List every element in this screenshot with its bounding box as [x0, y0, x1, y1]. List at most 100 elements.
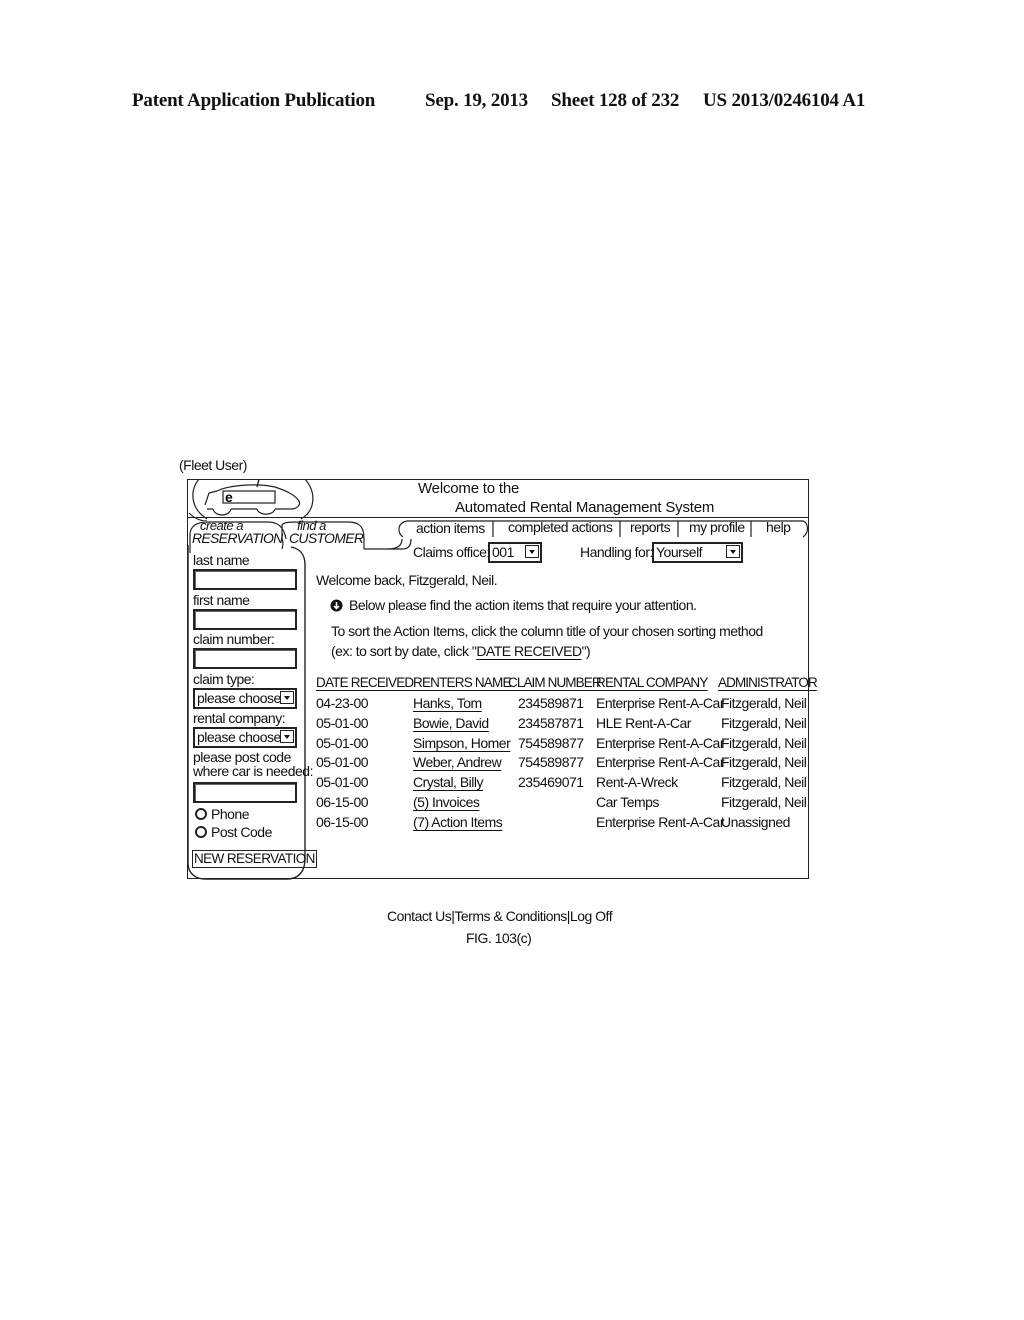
tab-create-reservation-big: RESERVATION	[192, 530, 283, 546]
cell-claim-number: 234589871	[518, 695, 584, 711]
rental-company-label: rental company:	[193, 710, 286, 726]
claims-office-select[interactable]: 001	[488, 542, 542, 563]
nav-action-items[interactable]: action items	[416, 520, 485, 536]
sort-help-prefix: (ex: to sort by date, click "	[331, 643, 477, 659]
cell-renters-name[interactable]: Simpson, Homer	[413, 735, 511, 751]
down-arrow-circle-icon	[330, 599, 343, 612]
column-header-claim-number[interactable]: CLAIM NUMBER	[508, 675, 602, 690]
claim-type-select[interactable]: please choose	[193, 688, 297, 709]
logo-letter: e	[225, 489, 233, 505]
post-code-label: please post code where car is needed:	[193, 750, 313, 778]
tab-find-customer[interactable]: find a CUSTOMER	[289, 519, 369, 546]
sort-help-suffix: ")	[581, 643, 591, 659]
claims-office-label: Claims office:	[413, 544, 490, 560]
first-name-input[interactable]	[193, 609, 297, 630]
cell-renters-name[interactable]: Weber, Andrew	[413, 754, 502, 770]
nav-reports[interactable]: reports	[630, 519, 671, 535]
cell-rental-company: HLE Rent-A-Car	[596, 714, 691, 731]
footer-links: Contact Us|Terms & Conditions|Log Off	[387, 908, 613, 924]
cell-renters-name[interactable]: Crystal, Billy	[413, 774, 484, 790]
figure-caption: FIG. 103(c)	[466, 930, 532, 946]
last-name-label: last name	[193, 552, 250, 568]
cell-date-received: 05-01-00	[316, 714, 369, 731]
radio-button-icon[interactable]	[195, 808, 207, 820]
cell-administrator: Fitzgerald, Neil	[721, 734, 807, 751]
cell-administrator: Fitzgerald, Neil	[721, 695, 807, 711]
column-header-date-received[interactable]: DATE RECEIVED	[316, 675, 414, 690]
cell-administrator: Fitzgerald, Neil	[721, 774, 807, 791]
cell-claim-number: 235469071	[518, 774, 584, 791]
cell-administrator: Fitzgerald, Neil	[721, 754, 807, 771]
last-name-input[interactable]	[193, 569, 297, 590]
tab-create-reservation[interactable]: create a RESERVATION	[192, 519, 283, 546]
footer-contact-us[interactable]: Contact Us	[387, 908, 452, 924]
cell-claim-number: 754589877	[518, 734, 584, 751]
footer-log-off[interactable]: Log Off	[570, 908, 613, 924]
sort-help-line1: To sort the Action Items, click the colu…	[331, 623, 763, 639]
nav-completed-actions[interactable]: completed actions	[508, 519, 613, 535]
cell-date-received: 05-01-00	[316, 774, 369, 791]
cell-rental-company: Enterprise Rent-A-Car	[596, 813, 725, 830]
handling-for-label: Handling for:	[580, 544, 653, 560]
chevron-down-icon[interactable]	[726, 545, 740, 558]
patent-number: US 2013/0246104 A1	[703, 90, 866, 111]
cell-administrator: Unassigned	[721, 813, 790, 830]
cell-date-received: 05-01-00	[316, 754, 369, 771]
radio-phone-label: Phone	[211, 806, 249, 822]
cell-rental-company: Enterprise Rent-A-Car	[596, 734, 725, 751]
claim-type-label: claim type:	[193, 671, 255, 687]
claim-type-value: please choose	[197, 690, 281, 706]
claim-number-input[interactable]	[193, 648, 297, 669]
cell-date-received: 05-01-00	[316, 734, 369, 751]
post-code-label-line1: please post code	[193, 749, 291, 765]
new-reservation-button[interactable]: NEW RESERVATION	[192, 850, 317, 868]
cell-claim-number: 754589877	[518, 754, 584, 771]
chevron-down-icon[interactable]	[525, 545, 539, 558]
nav-my-profile[interactable]: my profile	[689, 519, 745, 535]
cell-renters-name[interactable]: Hanks, Tom	[413, 695, 482, 711]
cell-claim-number: 234587871	[518, 714, 584, 731]
tab-find-customer-big: CUSTOMER	[289, 530, 364, 546]
rental-company-value: please choose	[197, 729, 281, 745]
handling-for-select[interactable]: Yourself	[652, 542, 743, 563]
rental-company-select[interactable]: please choose	[193, 727, 297, 748]
post-code-input[interactable]	[193, 782, 297, 803]
header-divider	[187, 517, 809, 518]
claims-office-value: 001	[492, 544, 514, 560]
app-title-line2: Automated Rental Management System	[455, 499, 715, 516]
cell-rental-company: Enterprise Rent-A-Car	[596, 754, 725, 771]
notice-text: Below please find the action items that …	[349, 597, 697, 613]
handling-for-value: Yourself	[656, 544, 703, 560]
sheet-number: Sheet 128 of 232	[551, 90, 680, 111]
nav-help[interactable]: help	[766, 519, 791, 535]
column-header-administrator[interactable]: ADMINISTRATOR	[718, 675, 818, 690]
radio-post-code[interactable]: Post Code	[195, 824, 272, 840]
chevron-down-icon[interactable]	[280, 730, 294, 743]
nav-tail-curve	[387, 538, 412, 550]
sort-help-line2: (ex: to sort by date, click "DATE RECEIV…	[331, 643, 591, 659]
user-role-label: (Fleet User)	[179, 457, 247, 473]
chevron-down-icon[interactable]	[280, 691, 294, 704]
cell-date-received: 06-15-00	[316, 794, 369, 810]
cell-rental-company: Rent-A-Wreck	[596, 774, 678, 791]
cell-renters-name[interactable]: (5) Invoices	[413, 794, 480, 810]
publication-type: Patent Application Publication	[132, 90, 376, 111]
cell-renters-name[interactable]: (7) Action Items	[413, 814, 503, 830]
publication-date: Sep. 19, 2013	[425, 90, 528, 111]
cell-rental-company: Car Temps	[596, 794, 659, 810]
cell-renters-name[interactable]: Bowie, David	[413, 715, 489, 731]
radio-phone[interactable]: Phone	[195, 806, 249, 822]
cell-date-received: 06-15-00	[316, 813, 369, 830]
radio-button-icon[interactable]	[195, 826, 207, 838]
sort-help-link[interactable]: DATE RECEIVED	[476, 643, 582, 659]
column-header-renters-name[interactable]: RENTERS NAME	[413, 675, 511, 690]
cell-administrator: Fitzgerald, Neil	[721, 714, 807, 731]
welcome-message: Welcome back, Fitzgerald, Neil.	[316, 572, 498, 588]
claim-number-label: claim number:	[193, 631, 275, 647]
footer-terms[interactable]: Terms & Conditions	[454, 908, 567, 924]
cell-date-received: 04-23-00	[316, 695, 369, 711]
column-header-rental-company[interactable]: RENTAL COMPANY	[596, 675, 708, 690]
app-title-line1: Welcome to the	[418, 480, 520, 497]
radio-post-code-label: Post Code	[211, 824, 272, 840]
car-logo-icon: e	[188, 479, 314, 521]
